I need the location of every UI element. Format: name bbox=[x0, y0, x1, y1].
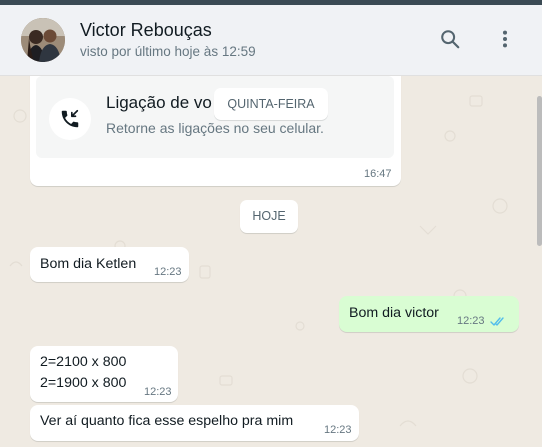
outgoing-message[interactable]: Bom dia victor 12:23 bbox=[339, 296, 519, 332]
search-icon bbox=[441, 30, 460, 49]
search-button[interactable] bbox=[436, 25, 464, 53]
message-time: 12:23 bbox=[457, 315, 485, 327]
incoming-message[interactable]: 2=2100 x 800 2=1900 x 800 12:23 bbox=[30, 346, 178, 402]
chat-header[interactable]: Victor Rebouças visto por último hoje às… bbox=[0, 5, 542, 76]
avatar[interactable] bbox=[21, 18, 65, 62]
read-ticks-icon bbox=[490, 317, 504, 326]
message-text: Ver aí quanto fica esse espelho pra mim bbox=[40, 413, 294, 429]
more-vertical-icon bbox=[502, 30, 508, 48]
message-time: 12:23 bbox=[324, 424, 352, 436]
contact-name[interactable]: Victor Rebouças bbox=[80, 20, 212, 41]
message-line: 2=2100 x 800 bbox=[40, 354, 127, 370]
last-seen-status: visto por último hoje às 12:59 bbox=[80, 44, 256, 59]
chat-scrollbar[interactable] bbox=[537, 96, 542, 246]
incoming-message[interactable]: Ver aí quanto fica esse espelho pra mim … bbox=[30, 405, 359, 441]
message-text: Bom dia victor bbox=[349, 305, 439, 321]
missed-call-icon bbox=[61, 109, 79, 128]
message-time: 16:47 bbox=[364, 168, 392, 180]
date-chip-today: HOJE bbox=[240, 200, 298, 233]
call-icon-circle bbox=[49, 98, 91, 140]
call-subtitle: Retorne as ligações no seu celular. bbox=[106, 120, 324, 136]
menu-button[interactable] bbox=[491, 25, 519, 53]
incoming-message[interactable]: Bom dia Ketlen 12:23 bbox=[30, 247, 189, 282]
message-text: Bom dia Ketlen bbox=[40, 256, 137, 272]
avatar-photo bbox=[21, 18, 65, 62]
message-time: 12:23 bbox=[144, 386, 172, 398]
message-line: 2=1900 x 800 bbox=[40, 375, 127, 391]
chat-panel[interactable]: Ligação de vo Retorne as ligações no seu… bbox=[0, 76, 542, 447]
call-title: Ligação de vo bbox=[106, 93, 212, 112]
message-time: 12:23 bbox=[154, 266, 182, 278]
date-chip-previous: QUINTA-FEIRA bbox=[214, 88, 328, 120]
